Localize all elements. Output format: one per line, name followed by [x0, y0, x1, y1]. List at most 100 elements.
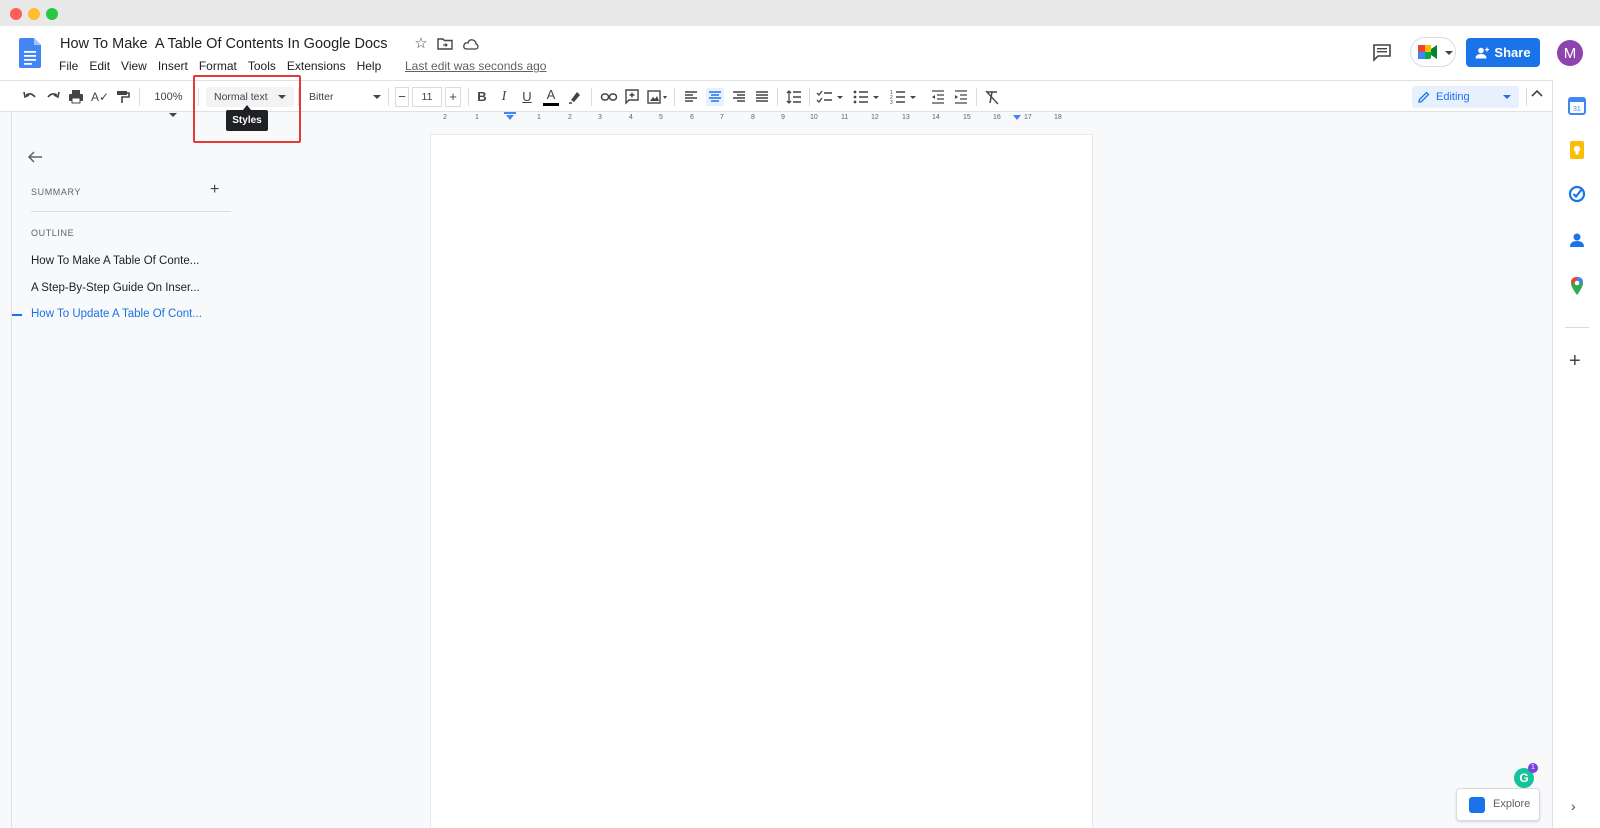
chevron-down-icon: [168, 113, 177, 118]
outline-divider: [31, 211, 231, 212]
underline-button[interactable]: U: [520, 88, 534, 106]
numbered-list-icon[interactable]: 123: [890, 88, 920, 106]
star-icon[interactable]: ☆: [412, 35, 430, 53]
maps-icon[interactable]: [1567, 276, 1587, 296]
window-titlebar: [0, 0, 1600, 26]
document-title[interactable]: How To Make A Table Of Contents In Googl…: [60, 36, 388, 52]
ruler-tick: 3: [598, 114, 602, 121]
print-icon[interactable]: [68, 88, 84, 106]
clear-formatting-icon[interactable]: [984, 88, 1000, 106]
add-comment-icon[interactable]: [624, 88, 640, 106]
toolbar-separator: [674, 88, 675, 106]
grammarly-count-badge: 1: [1528, 763, 1538, 773]
ruler-tick: 14: [932, 114, 940, 121]
pencil-icon: [1418, 91, 1430, 103]
align-left-icon[interactable]: [683, 88, 699, 106]
text-color-button[interactable]: A: [543, 88, 559, 106]
increase-font-size-button[interactable]: +: [445, 87, 461, 107]
cloud-saved-icon[interactable]: [462, 35, 480, 53]
outline-item[interactable]: A Step-By-Step Guide On Inser...: [31, 282, 221, 294]
account-avatar[interactable]: M: [1557, 40, 1583, 66]
menu-insert[interactable]: Insert: [158, 59, 188, 73]
editing-mode-label: Editing: [1436, 91, 1470, 103]
svg-text:31: 31: [1573, 106, 1581, 113]
align-justify-icon[interactable]: [754, 88, 770, 106]
toolbar-separator: [976, 88, 977, 106]
meet-button[interactable]: [1410, 37, 1456, 67]
google-meet-icon: [1418, 45, 1437, 59]
maximize-window-button[interactable]: [46, 8, 58, 20]
get-add-ons-button[interactable]: +: [1569, 351, 1581, 371]
checklist-icon[interactable]: [815, 88, 845, 106]
bulleted-list-icon[interactable]: [852, 88, 882, 106]
bold-button[interactable]: B: [475, 88, 489, 106]
vertical-ruler: [0, 112, 12, 828]
spellcheck-icon[interactable]: A✓: [91, 88, 109, 106]
chevron-down-icon: [373, 95, 381, 99]
docs-header: How To Make A Table Of Contents In Googl…: [0, 26, 1600, 80]
toolbar-separator: [468, 88, 469, 106]
outline-item[interactable]: How To Make A Table Of Conte...: [31, 255, 221, 267]
hide-menus-icon[interactable]: [1530, 87, 1544, 101]
show-side-panel-chevron-icon[interactable]: ›: [1571, 798, 1576, 814]
ruler-tick: 2: [568, 114, 572, 121]
font-size-input[interactable]: 11: [412, 87, 442, 107]
increase-indent-icon[interactable]: [953, 88, 969, 106]
calendar-icon[interactable]: 31: [1567, 96, 1587, 116]
last-edit-link[interactable]: Last edit was seconds ago: [405, 59, 546, 73]
google-docs-logo-icon[interactable]: [19, 38, 41, 68]
decrease-font-size-button[interactable]: −: [395, 87, 409, 107]
align-right-icon[interactable]: [731, 88, 747, 106]
keep-icon[interactable]: [1567, 140, 1587, 160]
tasks-icon[interactable]: [1567, 184, 1587, 204]
font-value: Bitter: [309, 91, 334, 103]
menu-format[interactable]: Format: [199, 59, 237, 73]
share-button[interactable]: Share: [1466, 38, 1540, 67]
zoom-select[interactable]: 100%: [146, 88, 191, 118]
add-summary-button[interactable]: +: [210, 182, 219, 198]
insert-link-icon[interactable]: [600, 88, 618, 106]
menu-edit[interactable]: Edit: [89, 59, 110, 73]
contacts-icon[interactable]: [1567, 230, 1587, 250]
close-window-button[interactable]: [10, 8, 22, 20]
menu-bar: File Edit View Insert Format Tools Exten…: [59, 59, 392, 73]
italic-button[interactable]: I: [497, 88, 511, 106]
menu-file[interactable]: File: [59, 59, 78, 73]
comment-history-icon[interactable]: [1372, 42, 1392, 62]
minimize-window-button[interactable]: [28, 8, 40, 20]
font-select[interactable]: Bitter: [305, 87, 385, 107]
outline-item-active[interactable]: How To Update A Table Of Cont...: [31, 308, 221, 320]
editing-mode-select[interactable]: Editing: [1412, 86, 1519, 108]
svg-text:3: 3: [890, 100, 893, 106]
horizontal-ruler[interactable]: 2 1 1 2 3 4 5 6 7 8 9 10 11 12 13 14 15 …: [430, 112, 1092, 125]
ruler-tick: 6: [690, 114, 694, 121]
chevron-down-icon: [1503, 95, 1511, 99]
ruler-tick: 16: [993, 114, 1001, 121]
close-outline-arrow-icon[interactable]: [26, 148, 44, 166]
ruler-tick: 8: [751, 114, 755, 121]
explore-button[interactable]: Explore: [1456, 788, 1540, 821]
menu-view[interactable]: View: [121, 59, 147, 73]
ruler-tick: 7: [720, 114, 724, 121]
ruler-tick: 1: [537, 114, 541, 121]
active-outline-indicator: [12, 314, 22, 316]
ruler-tick: 13: [902, 114, 910, 121]
align-center-icon[interactable]: [706, 88, 724, 106]
menu-extensions[interactable]: Extensions: [287, 59, 346, 73]
ruler-tick: 9: [781, 114, 785, 121]
paint-format-icon[interactable]: [114, 88, 130, 106]
insert-image-icon[interactable]: [647, 88, 669, 106]
ruler-tick: 5: [659, 114, 663, 121]
highlight-color-icon[interactable]: [567, 88, 583, 106]
menu-tools[interactable]: Tools: [248, 59, 276, 73]
document-page[interactable]: [431, 135, 1092, 828]
move-folder-icon[interactable]: [436, 35, 454, 53]
line-spacing-icon[interactable]: [785, 88, 803, 106]
toolbar-separator: [777, 88, 778, 106]
decrease-indent-icon[interactable]: [930, 88, 946, 106]
redo-icon[interactable]: [45, 88, 61, 106]
toolbar-separator: [388, 88, 389, 106]
menu-help[interactable]: Help: [357, 59, 382, 73]
undo-icon[interactable]: [22, 88, 38, 106]
side-panel-divider: [1565, 327, 1589, 328]
